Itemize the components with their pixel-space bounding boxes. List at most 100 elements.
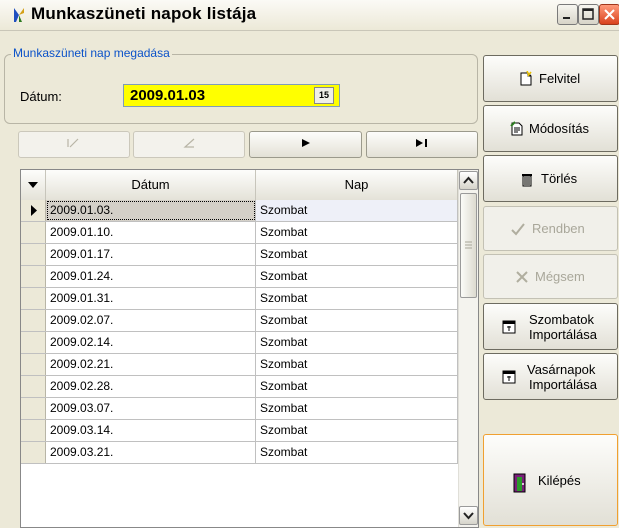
nav-prev-button[interactable] (133, 131, 245, 158)
cell-datum[interactable]: 2009.01.24. (46, 266, 256, 287)
current-row-icon (31, 205, 37, 216)
calendar-import-icon (502, 370, 516, 384)
scroll-thumb[interactable] (460, 193, 477, 298)
table-row[interactable]: 2009.03.14. Szombat (21, 420, 458, 442)
table-row[interactable]: 2009.02.28. Szombat (21, 376, 458, 398)
kilepes-button[interactable]: Kilépés (483, 434, 618, 526)
vasarnapok-label-line2: Importálása (529, 377, 597, 392)
group-label: Munkaszüneti nap megadása (11, 46, 172, 60)
minimize-button[interactable] (557, 4, 578, 25)
cell-nap[interactable]: Szombat (256, 376, 458, 397)
cell-nap[interactable]: Szombat (256, 244, 458, 265)
minimize-icon (563, 17, 570, 19)
cell-nap[interactable]: Szombat (256, 310, 458, 331)
cell-nap[interactable]: Szombat (256, 420, 458, 441)
row-indicator[interactable] (21, 310, 46, 331)
cell-nap[interactable]: Szombat (256, 332, 458, 353)
torles-button[interactable]: Törlés (483, 155, 618, 202)
first-record-icon (67, 137, 81, 151)
trash-icon (522, 174, 532, 187)
scroll-up-button[interactable] (459, 171, 478, 190)
last-record-icon (415, 137, 429, 151)
cell-datum[interactable]: 2009.03.07. (46, 398, 256, 419)
column-menu-button[interactable] (21, 170, 46, 200)
maximize-button[interactable] (578, 4, 599, 25)
cell-nap[interactable]: Szombat (256, 288, 458, 309)
cell-datum[interactable]: 2009.03.14. (46, 420, 256, 441)
cell-datum[interactable]: 2009.02.07. (46, 310, 256, 331)
row-indicator[interactable] (21, 376, 46, 397)
cell-datum[interactable]: 2009.02.14. (46, 332, 256, 353)
window-title: Munkaszüneti napok listája (31, 4, 257, 23)
row-indicator[interactable] (21, 222, 46, 243)
table-row[interactable]: 2009.01.31. Szombat (21, 288, 458, 310)
cell-datum[interactable]: 2009.01.03. (46, 200, 256, 221)
megsem-button[interactable]: Mégsem (483, 254, 618, 299)
vasarnapok-import-button[interactable]: Vasárnapok Importálása (483, 353, 618, 400)
cell-nap[interactable]: Szombat (256, 266, 458, 287)
cell-datum[interactable]: 2009.01.10. (46, 222, 256, 243)
chevron-down-icon (463, 512, 474, 520)
chevron-up-icon (463, 176, 474, 184)
holiday-grid[interactable]: Dátum Nap 2009.01.03. Szombat 2009.01.10… (20, 169, 479, 528)
row-indicator[interactable] (21, 398, 46, 419)
modositas-button[interactable]: Módosítás (483, 105, 618, 152)
row-indicator[interactable] (21, 200, 46, 221)
title-bar[interactable]: Munkaszüneti napok listája (0, 0, 619, 31)
torles-label: Törlés (541, 171, 578, 186)
cancel-x-icon (516, 271, 528, 283)
nav-first-button[interactable] (18, 131, 130, 158)
close-button[interactable] (599, 4, 619, 25)
nav-next-button[interactable] (249, 131, 362, 158)
rendben-button[interactable]: Rendben (483, 206, 618, 251)
table-row[interactable]: 2009.01.03. Szombat (21, 200, 458, 222)
app-icon (14, 8, 24, 22)
column-menu-icon (28, 182, 38, 188)
row-indicator[interactable] (21, 332, 46, 353)
exit-door-icon (513, 473, 526, 493)
cell-datum[interactable]: 2009.01.17. (46, 244, 256, 265)
vertical-scrollbar[interactable] (458, 170, 478, 527)
close-icon (604, 9, 615, 20)
column-header-datum[interactable]: Dátum (46, 170, 256, 200)
row-indicator[interactable] (21, 266, 46, 287)
row-indicator[interactable] (21, 288, 46, 309)
table-row[interactable]: 2009.02.21. Szombat (21, 354, 458, 376)
cell-datum[interactable]: 2009.03.21. (46, 442, 256, 463)
szombatok-import-button[interactable]: Szombatok Importálása (483, 303, 618, 350)
column-header-nap[interactable]: Nap (256, 170, 458, 200)
cell-nap[interactable]: Szombat (256, 200, 458, 221)
cell-datum[interactable]: 2009.02.21. (46, 354, 256, 375)
megsem-label: Mégsem (535, 269, 585, 284)
date-field[interactable]: 2009.01.03 15 (123, 84, 340, 107)
nav-last-button[interactable] (366, 131, 478, 158)
table-row[interactable]: 2009.01.10. Szombat (21, 222, 458, 244)
szombatok-label-line2: Importálása (529, 327, 597, 342)
calendar-icon: 15 (318, 90, 329, 100)
row-indicator[interactable] (21, 442, 46, 463)
cell-nap[interactable]: Szombat (256, 222, 458, 243)
rendben-label: Rendben (532, 221, 585, 236)
felvitel-button[interactable]: Felvitel (483, 55, 618, 102)
grid-header: Dátum Nap (21, 170, 458, 201)
szombatok-label-line1: Szombatok (529, 312, 595, 327)
table-row[interactable]: 2009.02.07. Szombat (21, 310, 458, 332)
cell-nap[interactable]: Szombat (256, 442, 458, 463)
table-row[interactable]: 2009.03.07. Szombat (21, 398, 458, 420)
cell-nap[interactable]: Szombat (256, 398, 458, 419)
row-indicator[interactable] (21, 354, 46, 375)
scroll-down-button[interactable] (459, 506, 478, 525)
cell-nap[interactable]: Szombat (256, 354, 458, 375)
cell-datum[interactable]: 2009.01.31. (46, 288, 256, 309)
cell-datum[interactable]: 2009.02.28. (46, 376, 256, 397)
table-row[interactable]: 2009.01.24. Szombat (21, 266, 458, 288)
felvitel-label: Felvitel (539, 71, 581, 86)
maximize-icon (582, 8, 594, 20)
table-row[interactable]: 2009.02.14. Szombat (21, 332, 458, 354)
table-row[interactable]: 2009.03.21. Szombat (21, 442, 458, 464)
row-indicator[interactable] (21, 420, 46, 441)
table-row[interactable]: 2009.01.17. Szombat (21, 244, 458, 266)
calendar-button[interactable]: 15 (314, 87, 334, 104)
row-indicator[interactable] (21, 244, 46, 265)
calendar-import-icon (502, 320, 516, 334)
